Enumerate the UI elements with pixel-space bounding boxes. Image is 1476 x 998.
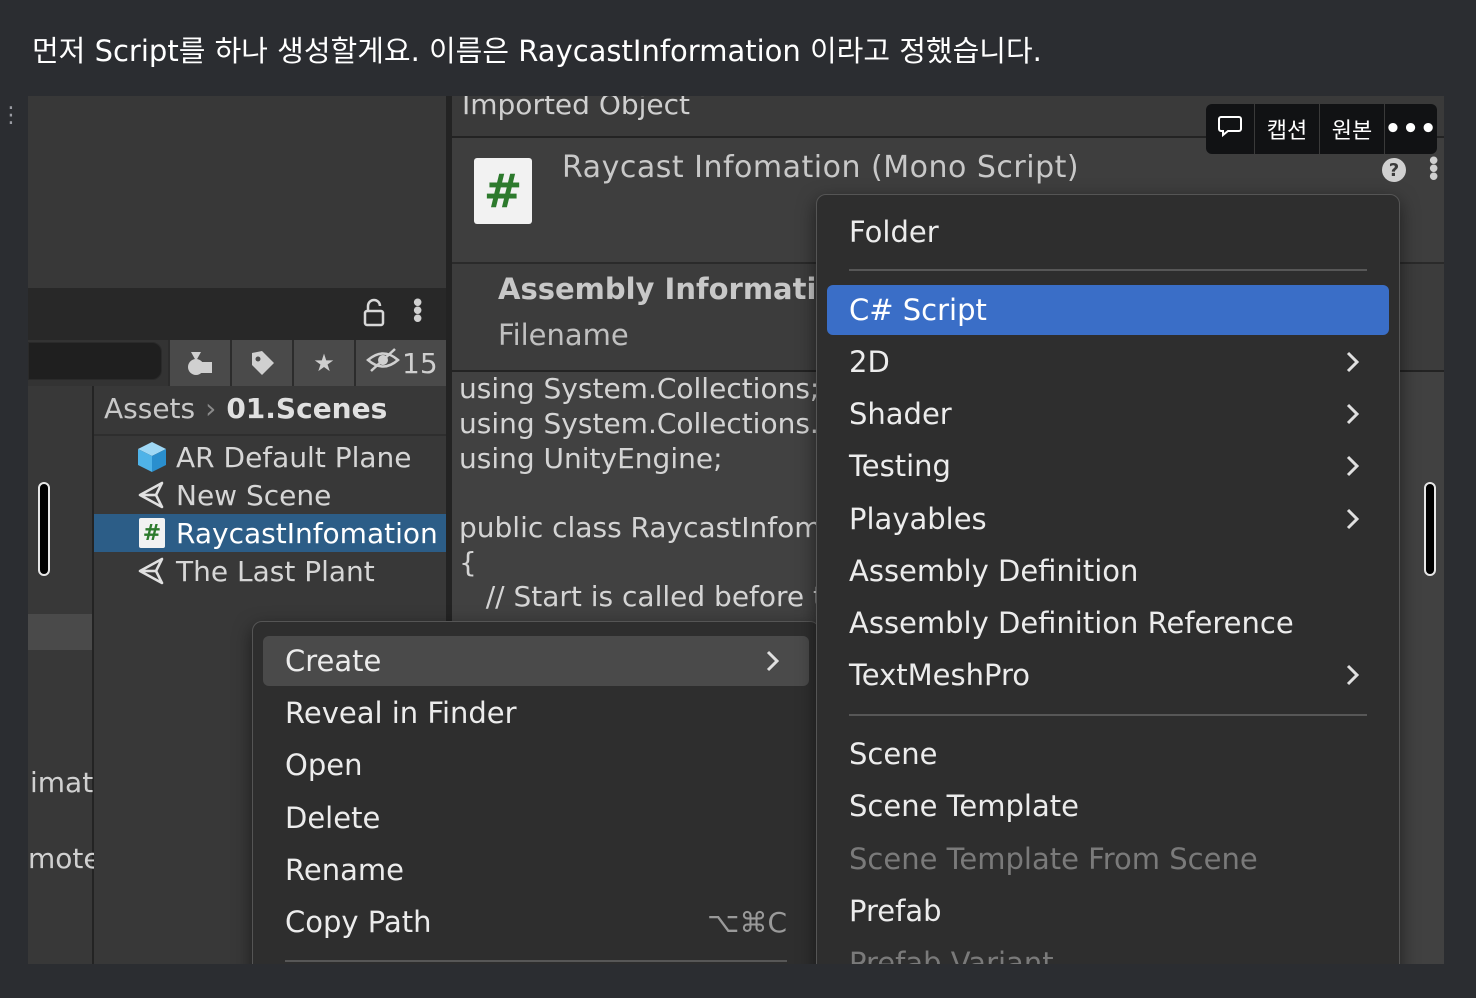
menu-separator xyxy=(849,714,1367,716)
menu-item-label: Create xyxy=(285,644,382,678)
menu-item-assembly-definition-reference[interactable]: Assembly Definition Reference xyxy=(827,598,1389,648)
chevron-right-icon xyxy=(1346,403,1360,425)
chevron-right-icon xyxy=(766,650,780,672)
menu-item-scene[interactable]: Scene xyxy=(827,729,1389,779)
context-menu: Create Reveal in Finder Open Delete Rena… xyxy=(252,621,820,964)
menu-item-label: TextMeshPro xyxy=(849,658,1031,692)
chevron-right-icon xyxy=(1346,455,1360,477)
menu-item-label: Copy Path xyxy=(285,905,432,939)
chevron-right-icon xyxy=(1346,508,1360,530)
menu-item-playables[interactable]: Playables xyxy=(827,494,1389,544)
menu-item-csharp-script[interactable]: C# Script xyxy=(827,285,1389,335)
chevron-right-icon xyxy=(1346,351,1360,373)
drag-handle-icon[interactable]: ⋮⋮ xyxy=(0,105,45,144)
create-submenu: Folder C# Script 2D Shader Testing Playa… xyxy=(816,194,1400,964)
menu-item-scene-template[interactable]: Scene Template xyxy=(827,781,1389,831)
menu-item-copy-path[interactable]: Copy Path ⌥⌘C xyxy=(263,897,809,947)
menu-item-2d[interactable]: 2D xyxy=(827,337,1389,387)
menu-clip: Create Reveal in Finder Open Delete Rena… xyxy=(28,96,1444,964)
menu-item-rename[interactable]: Rename xyxy=(263,845,809,895)
menu-separator xyxy=(849,269,1367,271)
menu-item-textmeshpro[interactable]: TextMeshPro xyxy=(827,650,1389,700)
chevron-right-icon xyxy=(1346,664,1360,686)
menu-item-assembly-definition[interactable]: Assembly Definition xyxy=(827,546,1389,596)
menu-item-prefab-variant: Prefab Variant xyxy=(849,946,1054,964)
menu-item-open[interactable]: Open xyxy=(263,740,809,790)
menu-separator xyxy=(285,960,787,962)
menu-item-create[interactable]: Create xyxy=(263,636,809,686)
menu-item-testing[interactable]: Testing xyxy=(827,441,1389,491)
menu-item-label: 2D xyxy=(849,345,890,379)
menu-item-label: Testing xyxy=(849,449,951,483)
menu-item-label: Playables xyxy=(849,502,987,536)
menu-item-label: Shader xyxy=(849,397,952,431)
menu-item-delete[interactable]: Delete xyxy=(263,793,809,843)
menu-item-prefab[interactable]: Prefab xyxy=(827,886,1389,936)
menu-item-shader[interactable]: Shader xyxy=(827,389,1389,439)
menu-item-scene-template-from-scene: Scene Template From Scene xyxy=(849,842,1258,876)
caption-text: 먼저 Script를 하나 생성할게요. 이름은 RaycastInformat… xyxy=(32,34,1042,68)
menu-item-folder[interactable]: Folder xyxy=(827,207,1389,257)
shortcut-label: ⌥⌘C xyxy=(707,905,787,939)
menu-item-reveal-in-finder[interactable]: Reveal in Finder xyxy=(263,688,809,738)
